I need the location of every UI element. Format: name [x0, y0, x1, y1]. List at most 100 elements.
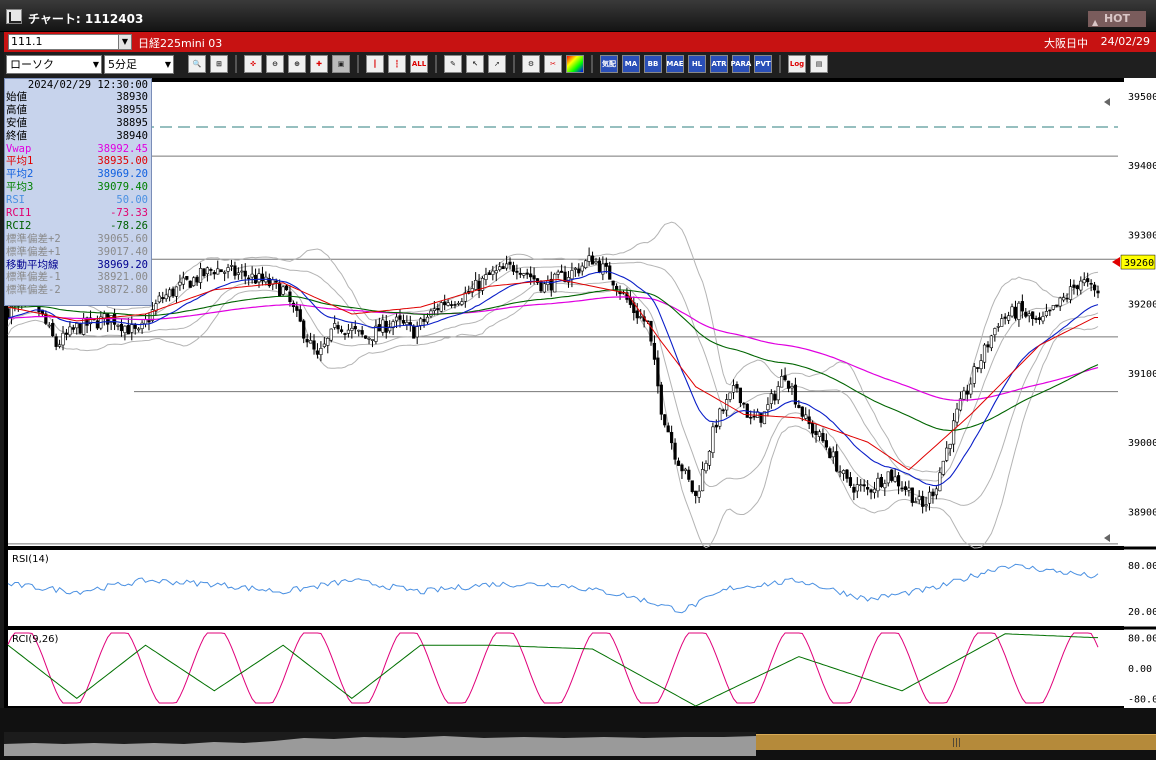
info-row: Vwap 38992.45: [5, 143, 151, 156]
zoom-icon[interactable]: 🔍: [188, 55, 206, 73]
candle-body: [728, 392, 732, 400]
candle-body: [941, 460, 945, 475]
candle-body: [398, 315, 402, 320]
candle-body: [735, 384, 739, 389]
pvt-button[interactable]: PVT: [754, 55, 772, 73]
candle-body: [921, 496, 925, 507]
arrow-icon[interactable]: ➚: [488, 55, 506, 73]
candle-body: [611, 280, 615, 286]
candle: [192, 276, 196, 287]
candle-body: [1041, 316, 1045, 322]
candle-body: [749, 416, 753, 419]
candle-body: [859, 484, 863, 486]
atr-button[interactable]: ATR: [710, 55, 728, 73]
candle: [941, 460, 945, 476]
candle-body: [425, 316, 430, 323]
candle-body: [635, 310, 639, 319]
candle: [890, 469, 894, 483]
candle: [659, 381, 663, 421]
cursor-icon[interactable]: ↖: [466, 55, 484, 73]
current-price-label: 39260: [1124, 258, 1154, 269]
candle-body: [491, 270, 495, 275]
candle-body: [315, 350, 320, 355]
timeframe-select[interactable]: 5分足 ▼: [104, 55, 174, 74]
hl-button[interactable]: HL: [688, 55, 706, 73]
info-value: 38895: [116, 116, 148, 129]
candle-body: [1020, 301, 1024, 312]
zoom-in-icon[interactable]: ⊕: [288, 55, 306, 73]
candle-body: [71, 327, 75, 330]
overview-sparkline: [4, 732, 756, 756]
chart-type-select[interactable]: ローソク ▼: [6, 55, 102, 74]
info-label: 平均3: [6, 181, 34, 194]
log-button[interactable]: Log: [788, 55, 806, 73]
zoom-out-icon[interactable]: ⊖: [266, 55, 284, 73]
candle-body: [639, 316, 643, 318]
candle-body: [75, 323, 79, 329]
symbol-code-input[interactable]: 111.1: [8, 34, 120, 50]
candle-body: [174, 286, 179, 297]
ma-button[interactable]: MA: [622, 55, 640, 73]
candle-body: [862, 484, 866, 487]
fit-icon[interactable]: ⊞: [210, 55, 228, 73]
candle: [745, 403, 749, 418]
candle: [364, 335, 368, 339]
candle-body: [1082, 279, 1086, 284]
session-date: 24/02/29: [1100, 35, 1150, 48]
candle-body: [759, 413, 763, 423]
candle-range-icon[interactable]: ┇: [388, 55, 406, 73]
candle-body: [68, 326, 72, 336]
candle-body: [126, 325, 130, 335]
settings-icon[interactable]: ⚙: [522, 55, 540, 73]
timeframe-value: 5分足: [108, 58, 137, 71]
candle-body: [907, 487, 911, 491]
candle-body: [976, 367, 980, 369]
candle-body: [216, 268, 220, 275]
candle-body: [504, 263, 509, 269]
candle-icon[interactable]: ┃: [366, 55, 384, 73]
para-button[interactable]: PARA: [731, 55, 751, 73]
horizontal-scrollbar[interactable]: |||: [756, 734, 1156, 750]
split-icon[interactable]: ✚: [310, 55, 328, 73]
candle-body: [773, 394, 777, 401]
chart-area[interactable]: 39500 39400 39300 39200 39100 39000 38900 39260…: [4, 78, 1156, 708]
price-tick-label: 39000: [1128, 438, 1156, 449]
all-button[interactable]: ALL: [410, 55, 428, 73]
pencil-icon[interactable]: ✎: [444, 55, 462, 73]
candle-body: [659, 384, 663, 415]
rci-tick-label: 0.00: [1128, 664, 1152, 675]
candle-body: [439, 302, 443, 312]
hot-button[interactable]: ▲ HOT: [1088, 11, 1146, 27]
palette-icon[interactable]: [566, 55, 584, 73]
quote-button[interactable]: 気配: [600, 55, 618, 73]
crosshair-icon[interactable]: ✜: [244, 55, 262, 73]
candle-body: [1000, 318, 1004, 327]
candle-body: [240, 270, 244, 273]
info-value: 38930: [116, 91, 148, 103]
candle-body: [945, 447, 949, 461]
candle-body: [360, 330, 364, 335]
chevron-down-icon[interactable]: ▼: [118, 34, 132, 50]
candle-body: [542, 283, 547, 293]
save-icon[interactable]: ▤: [810, 55, 828, 73]
info-value: 38969.20: [97, 168, 148, 181]
candle-body: [364, 335, 368, 339]
bb-button[interactable]: BB: [644, 55, 662, 73]
candle: [762, 411, 767, 425]
candle-body: [243, 270, 247, 277]
scrollbar-grip-icon[interactable]: |||: [952, 738, 961, 748]
candle-body: [164, 294, 168, 300]
candle-body: [690, 480, 694, 492]
candle-body: [336, 325, 340, 330]
candle-body: [670, 432, 674, 444]
candlestick-chart[interactable]: 39500 39400 39300 39200 39100 39000 38900 39260…: [4, 78, 1156, 708]
candle-body: [666, 425, 670, 433]
rsi-tick-label: 80.00: [1128, 561, 1156, 572]
info-label: 平均2: [6, 168, 34, 181]
candle-body: [982, 344, 987, 363]
candle-body: [680, 464, 684, 472]
wrench-icon[interactable]: ✂: [544, 55, 562, 73]
mae-button[interactable]: MAE: [666, 55, 684, 73]
candle-body: [824, 440, 828, 448]
info-value: 38935.00: [97, 155, 148, 168]
